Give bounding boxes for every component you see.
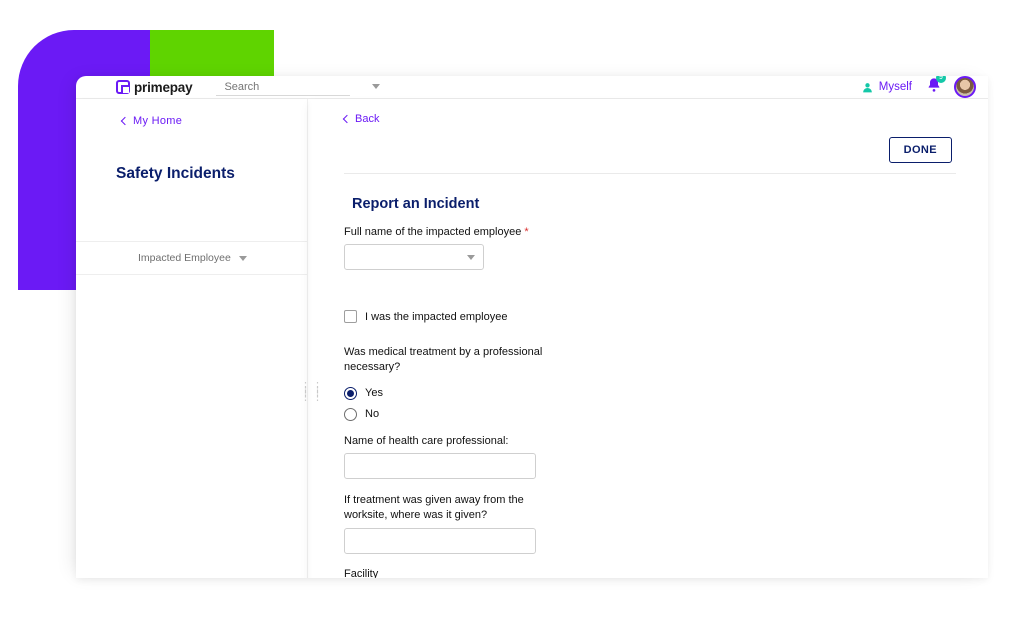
offsite-field: If treatment was given away from the wor… (344, 493, 704, 555)
chevron-left-icon (343, 115, 351, 123)
fullname-select[interactable] (344, 244, 484, 270)
chevron-down-icon (467, 255, 475, 260)
fullname-label: Full name of the impacted employee* (344, 226, 704, 238)
filter-label: Impacted Employee (138, 252, 231, 264)
back-label: Back (355, 113, 379, 125)
radio-button-yes[interactable] (344, 387, 357, 400)
required-asterisk: * (524, 226, 528, 238)
form-heading: Report an Incident (352, 196, 956, 212)
search-box[interactable] (216, 79, 350, 96)
resize-handle[interactable]: ⋮⋮⋮⋮⋮⋮ (300, 385, 312, 400)
myself-label: Myself (879, 81, 912, 93)
brand-logo-mark (116, 80, 130, 94)
back-link[interactable]: Back (344, 113, 956, 125)
radio-yes[interactable]: Yes (344, 387, 704, 400)
medical-question-label: Was medical treatment by a professional … (344, 345, 544, 375)
chevron-down-icon (372, 84, 380, 89)
back-home-link[interactable]: My Home (76, 115, 307, 127)
content-area: My Home Safety Incidents Impacted Employ… (76, 99, 988, 578)
brand-logo[interactable]: primepay (116, 80, 192, 95)
radio-yes-label: Yes (365, 387, 383, 399)
person-icon (861, 81, 874, 94)
myself-menu[interactable]: Myself (861, 81, 912, 94)
healthpro-label: Name of health care professional: (344, 435, 704, 447)
facility-label: Facility (344, 568, 704, 578)
back-home-label: My Home (133, 115, 182, 127)
self-impacted-label: I was the impacted employee (365, 311, 507, 323)
page-title: Safety Incidents (76, 127, 307, 183)
topbar: primepay Myself 9 (76, 76, 988, 99)
self-impacted-checkbox[interactable] (344, 310, 357, 323)
offsite-input[interactable] (353, 535, 527, 547)
avatar[interactable] (954, 76, 976, 98)
medical-question-block: Was medical treatment by a professional … (344, 345, 704, 421)
incident-form: Full name of the impacted employee* I wa… (344, 226, 704, 578)
chevron-down-icon (239, 256, 247, 261)
brand-logo-text: primepay (134, 80, 192, 95)
chevron-left-icon (121, 117, 129, 125)
medical-radio-group: Yes No (344, 387, 704, 421)
decorative-green-block (150, 30, 274, 78)
impacted-employee-filter[interactable]: Impacted Employee (76, 241, 307, 275)
offsite-input-wrapper (344, 528, 536, 554)
app-window: primepay Myself 9 My Home Safety Inciden… (76, 76, 988, 578)
fullname-field: Full name of the impacted employee* (344, 226, 704, 270)
radio-button-no[interactable] (344, 408, 357, 421)
healthpro-input-wrapper (344, 453, 536, 479)
divider (344, 173, 956, 174)
radio-no[interactable]: No (344, 408, 704, 421)
main-panel: ⋮⋮⋮⋮⋮⋮ Back DONE Report an Incident Full… (308, 99, 988, 578)
done-button[interactable]: DONE (889, 137, 952, 163)
healthpro-input[interactable] (353, 460, 527, 472)
radio-no-label: No (365, 408, 379, 420)
sidebar: My Home Safety Incidents Impacted Employ… (76, 99, 308, 578)
search-input[interactable] (224, 81, 366, 93)
notifications-button[interactable]: 9 (926, 77, 942, 98)
facility-field: Facility (344, 568, 704, 578)
healthpro-field: Name of health care professional: (344, 435, 704, 479)
offsite-label: If treatment was given away from the wor… (344, 493, 544, 523)
self-impacted-checkbox-row[interactable]: I was the impacted employee (344, 310, 704, 323)
notification-badge: 9 (936, 76, 946, 83)
